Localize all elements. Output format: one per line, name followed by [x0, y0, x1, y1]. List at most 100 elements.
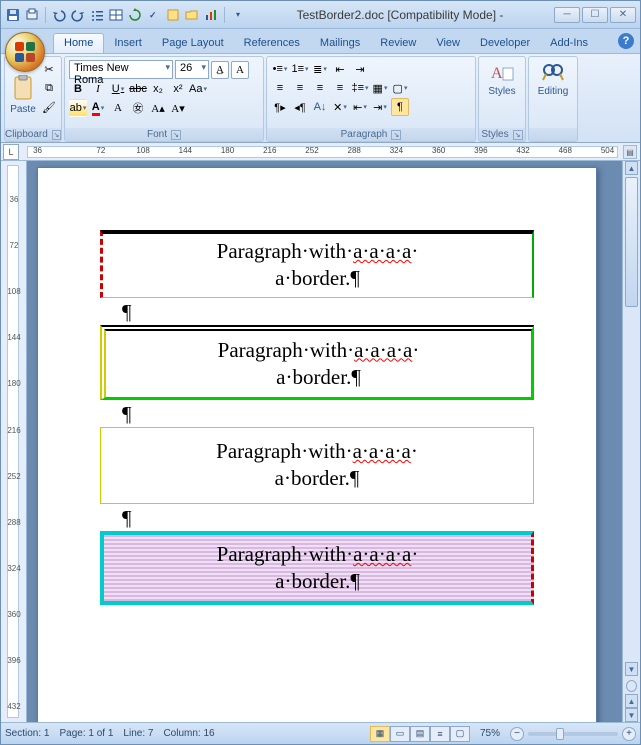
zoom-in-button[interactable]: + — [622, 727, 636, 741]
grow-font-icon[interactable]: A▴ — [149, 99, 167, 117]
strikethrough-button[interactable]: abc — [129, 80, 147, 98]
close-button[interactable]: ✕ — [610, 7, 636, 23]
qat-dropdown-icon[interactable]: ▾ — [230, 7, 246, 23]
ltr-button[interactable]: ¶▸ — [271, 98, 289, 116]
superscript-button[interactable]: x² — [169, 80, 187, 98]
vertical-ruler[interactable]: 3672108144180216252288324360396432 — [1, 161, 27, 722]
paragraph-1[interactable]: Paragraph·with·a·a·a·a·a·border.¶ — [100, 230, 534, 298]
chart-icon[interactable] — [203, 7, 219, 23]
status-section[interactable]: Section: 1 — [5, 728, 49, 739]
help-button[interactable]: ? — [618, 33, 634, 49]
zoom-thumb[interactable] — [556, 728, 564, 740]
tab-insert[interactable]: Insert — [104, 34, 152, 53]
scroll-up-arrow-icon[interactable]: ▲ — [625, 161, 638, 175]
shading-button[interactable]: ▦ — [371, 79, 389, 97]
cut-icon[interactable]: ✂ — [40, 60, 58, 78]
borders-button[interactable]: ▢ — [391, 79, 409, 97]
paragraph-separator[interactable]: ¶ — [100, 402, 534, 427]
copy-icon[interactable]: ⧉ — [40, 79, 58, 97]
paragraph-separator[interactable]: ¶ — [100, 300, 534, 325]
font-color-icon[interactable]: A — [89, 99, 107, 117]
character-border-icon[interactable]: A — [231, 61, 249, 79]
decrease-indent-button[interactable]: ⇤ — [331, 60, 349, 78]
asian-layout-button[interactable]: ✕ — [331, 98, 349, 116]
zoom-out-button[interactable]: − — [510, 727, 524, 741]
scroll-thumb[interactable] — [625, 177, 638, 307]
tab-add-ins[interactable]: Add-Ins — [540, 34, 598, 53]
outline-view-icon[interactable]: ≡ — [430, 726, 450, 742]
align-left-button[interactable]: ≡ — [271, 79, 289, 97]
clear-formatting-icon[interactable]: A̲ — [211, 61, 229, 79]
character-shading-icon[interactable]: A — [109, 99, 127, 117]
rtl-button[interactable]: ◂¶ — [291, 98, 309, 116]
tab-page-layout[interactable]: Page Layout — [152, 34, 234, 53]
vertical-scrollbar[interactable]: ▲ ▼ ▲ ▼ — [622, 161, 640, 722]
sort-button[interactable]: A↓ — [311, 98, 329, 116]
status-column[interactable]: Column: 16 — [163, 728, 214, 739]
minimize-button[interactable]: ─ — [554, 7, 580, 23]
line-spacing-button[interactable]: ‡≡ — [351, 79, 369, 97]
enclose-characters-icon[interactable]: ㊛ — [129, 99, 147, 117]
styles-dialog-launcher-icon[interactable]: ↘ — [513, 130, 523, 140]
multilevel-list-button[interactable]: ≣ — [311, 60, 329, 78]
undo-icon[interactable] — [51, 7, 67, 23]
zoom-track[interactable] — [528, 732, 618, 736]
draft-view-icon[interactable]: ▢ — [450, 726, 470, 742]
align-right-button[interactable]: ≡ — [311, 79, 329, 97]
tab-view[interactable]: View — [426, 34, 470, 53]
print-layout-view-icon[interactable]: ▦ — [370, 726, 390, 742]
subscript-button[interactable]: x₂ — [149, 80, 167, 98]
tab-mailings[interactable]: Mailings — [310, 34, 370, 53]
status-page[interactable]: Page: 1 of 1 — [59, 728, 113, 739]
format-painter-icon[interactable]: 🖌 — [40, 98, 58, 116]
refresh-icon[interactable] — [127, 7, 143, 23]
tab-references[interactable]: References — [234, 34, 310, 53]
save-icon[interactable] — [5, 7, 21, 23]
page-viewport[interactable]: Paragraph·with·a·a·a·a·a·border.¶ ¶ Para… — [27, 161, 622, 722]
tab-review[interactable]: Review — [370, 34, 426, 53]
table-icon[interactable] — [108, 7, 124, 23]
indent-right-button[interactable]: ⇥ — [371, 98, 389, 116]
styles-button[interactable]: A Styles — [483, 60, 521, 128]
font-dialog-launcher-icon[interactable]: ↘ — [171, 130, 181, 140]
tab-selector[interactable]: L — [3, 144, 19, 160]
zoom-level[interactable]: 75% — [480, 728, 500, 739]
redo-icon[interactable] — [70, 7, 86, 23]
web-layout-view-icon[interactable]: ▤ — [410, 726, 430, 742]
numbering-button[interactable]: 1≡ — [291, 60, 309, 78]
tab-home[interactable]: Home — [53, 33, 104, 53]
horizontal-ruler[interactable]: L 36721081441802162522883243603964324685… — [1, 143, 640, 161]
browse-object-icon[interactable] — [626, 680, 637, 692]
maximize-button[interactable]: ☐ — [582, 7, 608, 23]
increase-indent-button[interactable]: ⇥ — [351, 60, 369, 78]
justify-button[interactable]: ≡ — [331, 79, 349, 97]
ruler-toggle-icon[interactable]: ▤ — [623, 145, 637, 159]
spelling-icon[interactable]: ✓ — [146, 7, 162, 23]
indent-left-button[interactable]: ⇤ — [351, 98, 369, 116]
font-name-combo[interactable]: Times New Roma — [69, 60, 173, 79]
editing-button[interactable]: Editing — [533, 60, 573, 128]
document-page[interactable]: Paragraph·with·a·a·a·a·a·border.¶ ¶ Para… — [37, 167, 597, 722]
prev-page-icon[interactable]: ▲ — [625, 694, 638, 708]
full-screen-view-icon[interactable]: ▭ — [390, 726, 410, 742]
change-case-button[interactable]: Aa — [189, 80, 207, 98]
show-hide-button[interactable]: ¶ — [391, 98, 409, 116]
paragraph-separator[interactable]: ¶ — [100, 506, 534, 531]
tab-developer[interactable]: Developer — [470, 34, 540, 53]
paragraph-2[interactable]: Paragraph·with·a·a·a·a·a·border.¶ — [100, 325, 534, 401]
paragraph-3[interactable]: Paragraph·with·a·a·a·a·a·border.¶ — [100, 427, 534, 504]
print-preview-icon[interactable] — [24, 7, 40, 23]
align-center-button[interactable]: ≡ — [291, 79, 309, 97]
bullets-icon[interactable] — [89, 7, 105, 23]
underline-button[interactable]: U — [109, 80, 127, 98]
scroll-down-arrow-icon[interactable]: ▼ — [625, 662, 638, 676]
status-line[interactable]: Line: 7 — [123, 728, 153, 739]
paragraph-4[interactable]: Paragraph·with·a·a·a·a·a·border.¶ — [100, 531, 534, 606]
clipboard-dialog-launcher-icon[interactable]: ↘ — [52, 130, 61, 140]
bullets-button[interactable]: •≡ — [271, 60, 289, 78]
text-highlight-icon[interactable]: ab — [69, 99, 87, 117]
open-icon[interactable] — [184, 7, 200, 23]
macros-icon[interactable] — [165, 7, 181, 23]
shrink-font-icon[interactable]: A▾ — [169, 99, 187, 117]
font-size-combo[interactable]: 26 — [175, 60, 209, 79]
